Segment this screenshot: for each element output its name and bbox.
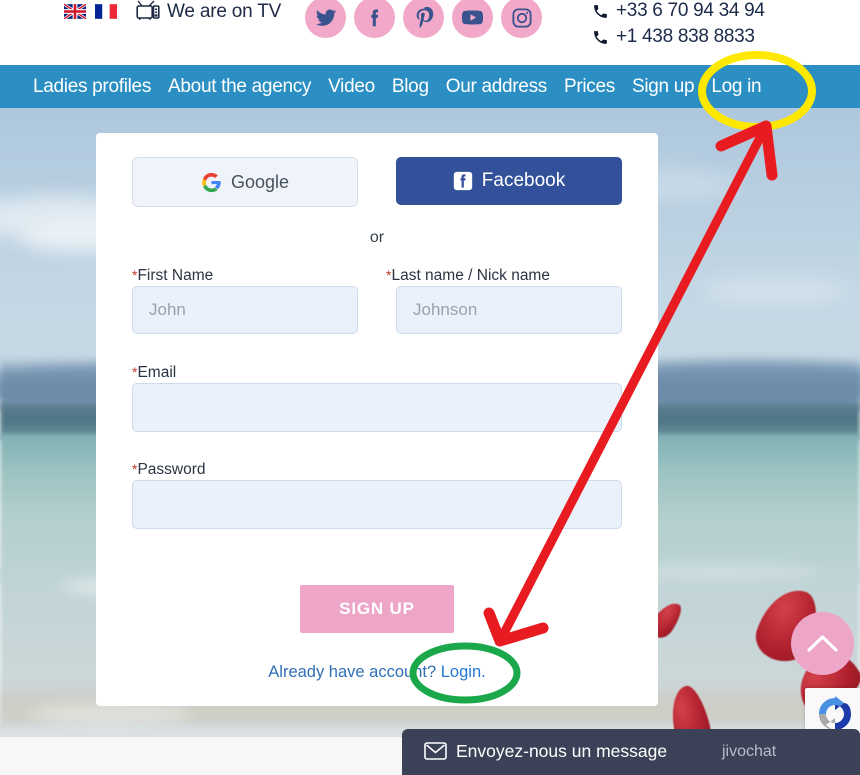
nav-item-prices[interactable]: Prices — [564, 65, 615, 108]
password-label: *Password — [132, 461, 206, 479]
phone-icon — [594, 4, 607, 18]
page-root: We are on TV +33 6 70 94 34 94 +1 438 83… — [0, 0, 860, 775]
first-name-input[interactable] — [132, 286, 358, 334]
email-label: *Email — [132, 364, 176, 382]
television-icon — [136, 0, 160, 21]
facebook-icon — [453, 171, 472, 191]
flag-uk-icon[interactable] — [64, 4, 86, 19]
chat-brand-label: jivochat — [722, 743, 777, 760]
chat-widget-bar[interactable]: Envoyez-nous un message jivochat — [402, 729, 860, 775]
nav-item-sign-up[interactable]: Sign up — [632, 65, 695, 108]
nav-item-blog[interactable]: Blog — [392, 65, 429, 108]
flag-fr-icon[interactable] — [95, 4, 117, 19]
password-input[interactable] — [132, 480, 622, 529]
facebook-icon[interactable] — [354, 0, 395, 38]
already-have-account-text: Already have account? — [268, 663, 437, 681]
sign-up-button[interactable]: SIGN UP — [300, 585, 454, 633]
phone-number-label: +1 438 838 8833 — [616, 26, 755, 47]
envelope-icon — [424, 742, 447, 760]
or-separator-label: or — [369, 229, 385, 246]
login-link[interactable]: Login. — [441, 663, 486, 681]
signup-card: Google Facebook or *First Name *Last nam… — [96, 133, 658, 706]
first-name-label-text: First Name — [137, 267, 214, 284]
google-icon — [202, 172, 221, 192]
chevron-up-icon — [807, 635, 838, 652]
nav-item-log-in[interactable]: Log in — [711, 65, 761, 108]
phone-number-label: +33 6 70 94 34 94 — [616, 0, 765, 21]
top-bar: We are on TV +33 6 70 94 34 94 +1 438 83… — [0, 0, 860, 65]
youtube-icon[interactable] — [452, 0, 493, 38]
facebook-signup-label: Facebook — [481, 170, 566, 191]
last-name-label: *Last name / Nick name — [386, 267, 550, 285]
password-label-text: Password — [137, 461, 206, 478]
language-switcher — [64, 4, 117, 19]
first-name-label: *First Name — [132, 267, 213, 285]
last-name-input[interactable] — [396, 286, 622, 334]
phone-icon — [594, 30, 607, 44]
already-have-account-row: Already have account? Login. — [96, 663, 658, 682]
google-signup-label: Google — [230, 171, 290, 192]
main-navigation: Ladies profiles About the agency Video B… — [0, 65, 860, 108]
nav-item-our-address[interactable]: Our address — [446, 65, 548, 108]
email-label-text: Email — [137, 364, 177, 381]
nav-item-about-the-agency[interactable]: About the agency — [168, 65, 311, 108]
nav-item-ladies-profiles[interactable]: Ladies profiles — [33, 65, 151, 108]
nav-item-video[interactable]: Video — [328, 65, 375, 108]
google-signup-button[interactable]: Google — [132, 157, 358, 207]
recaptcha-icon — [819, 696, 851, 732]
chat-message-label: Envoyez-nous un message — [456, 741, 668, 761]
facebook-signup-button[interactable]: Facebook — [396, 157, 622, 205]
instagram-icon[interactable] — [501, 0, 542, 38]
social-links — [305, 0, 542, 38]
pinterest-icon[interactable] — [403, 0, 444, 38]
phone-numbers: +33 6 70 94 34 94 +1 438 838 8833 — [592, 0, 765, 48]
tv-badge-label: We are on TV — [167, 0, 282, 22]
last-name-label-text: Last name / Nick name — [391, 267, 550, 284]
phone-row[interactable]: +1 438 838 8833 — [592, 26, 765, 48]
email-input[interactable] — [132, 383, 622, 432]
scroll-to-top-button[interactable] — [791, 612, 854, 675]
twitter-icon[interactable] — [305, 0, 346, 38]
tv-badge[interactable]: We are on TV — [136, 0, 281, 23]
oauth-buttons: Google Facebook — [132, 157, 622, 207]
phone-row[interactable]: +33 6 70 94 34 94 — [592, 0, 765, 22]
